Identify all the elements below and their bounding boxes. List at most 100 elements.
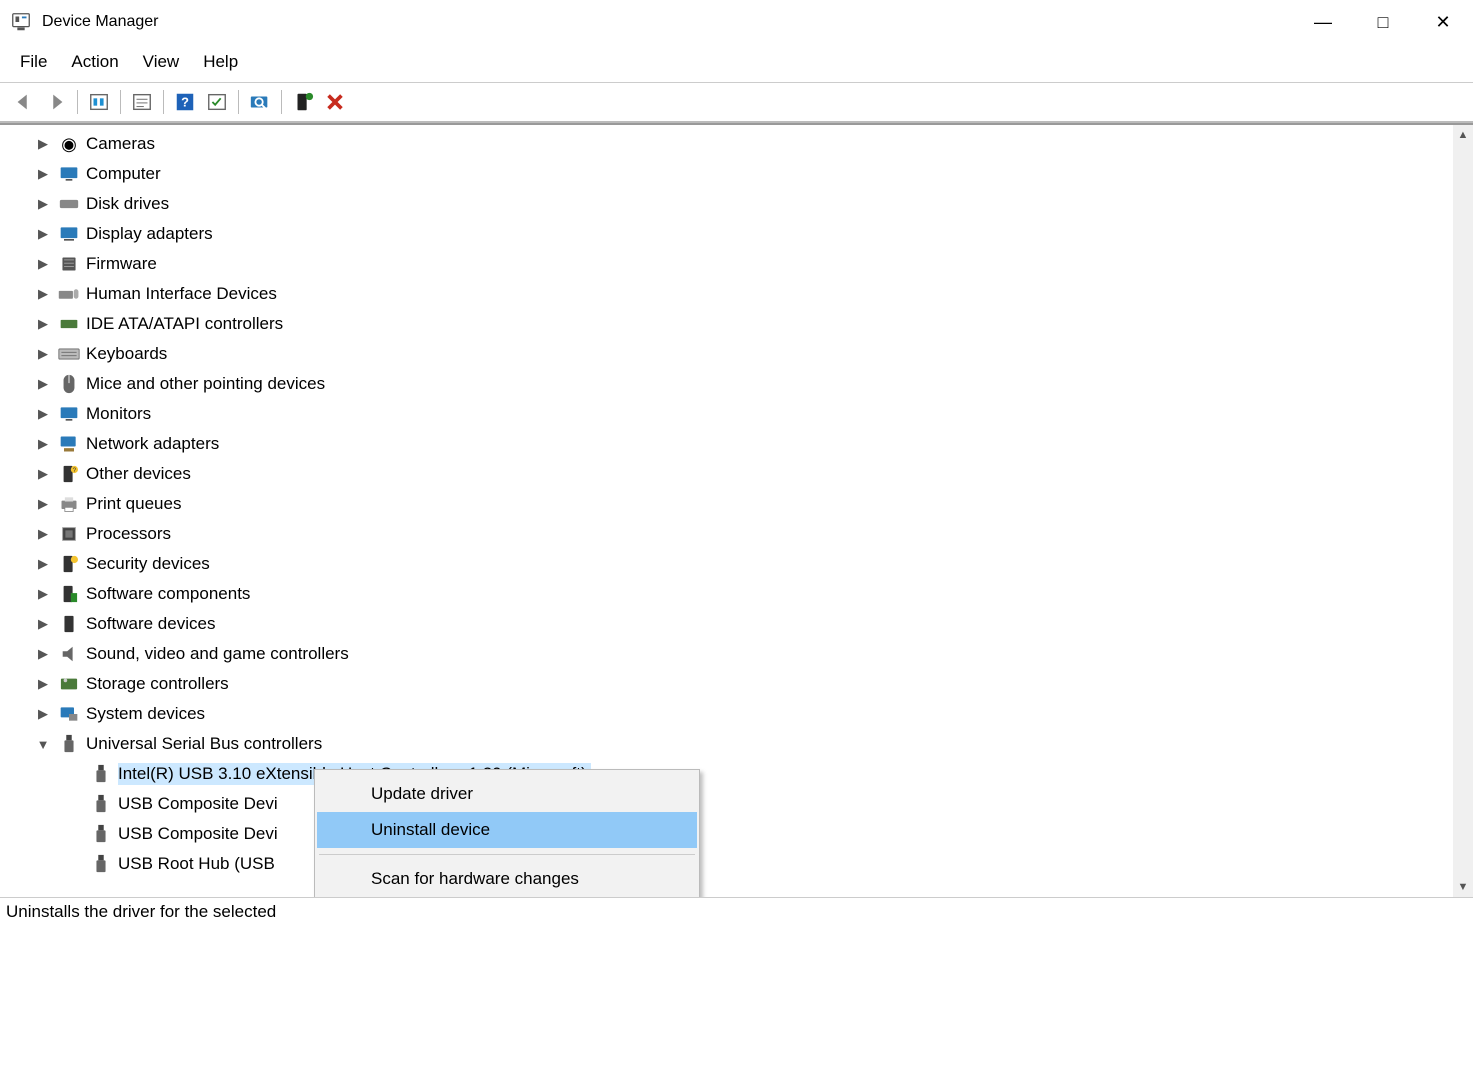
expand-icon[interactable]: ▶: [34, 226, 52, 242]
toolbar-separator: [281, 90, 282, 114]
tree-item-monitors[interactable]: ▶Monitors: [34, 399, 1473, 429]
collapse-icon[interactable]: ▼: [34, 737, 52, 752]
sound-icon: [58, 644, 80, 664]
minimize-button[interactable]: —: [1293, 0, 1353, 44]
tree-item-label: USB Composite Devi: [118, 824, 278, 844]
monitor-icon: [58, 404, 80, 424]
tree-item-storage-controllers[interactable]: ▶Storage controllers: [34, 669, 1473, 699]
context-scan-hardware[interactable]: Scan for hardware changes: [317, 861, 697, 897]
expand-icon[interactable]: ▶: [34, 706, 52, 722]
software-components-icon: [58, 584, 80, 604]
expand-icon[interactable]: ▶: [34, 256, 52, 272]
display-icon: [58, 224, 80, 244]
toolbar-separator: [238, 90, 239, 114]
forward-button[interactable]: [40, 88, 72, 116]
expand-icon[interactable]: ▶: [34, 556, 52, 572]
expand-icon[interactable]: ▶: [34, 286, 52, 302]
tree-item-label: Computer: [86, 164, 161, 184]
tree-item-label: Network adapters: [86, 434, 219, 454]
window-title: Device Manager: [42, 13, 1293, 31]
enable-icon[interactable]: [287, 88, 319, 116]
maximize-button[interactable]: □: [1353, 0, 1413, 44]
tree-item-label: USB Root Hub (USB: [118, 854, 275, 874]
expand-icon[interactable]: ▶: [34, 646, 52, 662]
context-uninstall-device[interactable]: Uninstall device: [317, 812, 697, 848]
scan-icon[interactable]: [201, 88, 233, 116]
back-button[interactable]: [8, 88, 40, 116]
tree-item-usb-composite-1[interactable]: USB Composite Devi: [90, 789, 1473, 819]
tree-item-hid[interactable]: ▶ Human Interface Devices: [34, 279, 1473, 309]
tree-item-other-devices[interactable]: ▶?Other devices: [34, 459, 1473, 489]
processor-icon: [58, 524, 80, 544]
vertical-scrollbar[interactable]: ▲ ▼: [1453, 125, 1473, 897]
menu-file[interactable]: File: [10, 50, 57, 74]
uninstall-icon[interactable]: [319, 88, 351, 116]
update-driver-icon[interactable]: [244, 88, 276, 116]
expand-icon[interactable]: ▶: [34, 196, 52, 212]
tree-item-label: Disk drives: [86, 194, 169, 214]
tree-item-keyboards[interactable]: ▶Keyboards: [34, 339, 1473, 369]
menu-view[interactable]: View: [133, 50, 190, 74]
expand-icon[interactable]: ▶: [34, 376, 52, 392]
hid-icon: [58, 284, 80, 304]
tree-item-system-devices[interactable]: ▶System devices: [34, 699, 1473, 729]
keyboard-icon: [58, 344, 80, 364]
expand-icon[interactable]: ▶: [34, 676, 52, 692]
expand-icon[interactable]: ▶: [34, 166, 52, 182]
tree-item-usb-root-hub[interactable]: USB Root Hub (USB: [90, 849, 1473, 879]
tree-item-security[interactable]: ▶Security devices: [34, 549, 1473, 579]
properties-icon[interactable]: [126, 88, 158, 116]
tree-item-label: Other devices: [86, 464, 191, 484]
menu-bar: File Action View Help: [0, 44, 1473, 82]
menu-action[interactable]: Action: [61, 50, 128, 74]
system-icon: [58, 704, 80, 724]
tree-item-computer[interactable]: ▶ Computer: [34, 159, 1473, 189]
toolbar-separator: [77, 90, 78, 114]
tree-item-label: Universal Serial Bus controllers: [86, 734, 322, 754]
context-menu: Update driver Uninstall device Scan for …: [314, 769, 700, 897]
expand-icon[interactable]: ▶: [34, 586, 52, 602]
expand-icon[interactable]: ▶: [34, 406, 52, 422]
expand-icon[interactable]: ▶: [34, 316, 52, 332]
tree-item-label: Human Interface Devices: [86, 284, 277, 304]
expand-icon[interactable]: ▶: [34, 466, 52, 482]
tree-item-label: Processors: [86, 524, 171, 544]
scroll-up-icon[interactable]: ▲: [1453, 125, 1473, 145]
disk-icon: [58, 194, 80, 214]
menu-help[interactable]: Help: [193, 50, 248, 74]
security-icon: [58, 554, 80, 574]
firmware-icon: [58, 254, 80, 274]
expand-icon[interactable]: ▶: [34, 526, 52, 542]
tree-item-sound[interactable]: ▶Sound, video and game controllers: [34, 639, 1473, 669]
help-icon[interactable]: ?: [169, 88, 201, 116]
network-icon: [58, 434, 80, 454]
tree-item-usb-composite-2[interactable]: USB Composite Devi: [90, 819, 1473, 849]
tree-item-cameras[interactable]: ▶◉Cameras: [34, 129, 1473, 159]
tree-item-firmware[interactable]: ▶ Firmware: [34, 249, 1473, 279]
expand-icon[interactable]: ▶: [34, 346, 52, 362]
usb-icon: [90, 794, 112, 814]
tree-item-usb-controllers[interactable]: ▼ Universal Serial Bus controllers: [34, 729, 1473, 759]
tree-item-network[interactable]: ▶ Network adapters: [34, 429, 1473, 459]
expand-icon[interactable]: ▶: [34, 616, 52, 632]
close-button[interactable]: ✕: [1413, 0, 1473, 44]
tree-item-disk-drives[interactable]: ▶ Disk drives: [34, 189, 1473, 219]
tree-item-mice[interactable]: ▶Mice and other pointing devices: [34, 369, 1473, 399]
camera-icon: ◉: [58, 134, 80, 154]
tree-item-print-queues[interactable]: ▶Print queues: [34, 489, 1473, 519]
expand-icon[interactable]: ▶: [34, 436, 52, 452]
tree-item-label: Software devices: [86, 614, 215, 634]
tree-item-processors[interactable]: ▶ Processors: [34, 519, 1473, 549]
tree-item-software-devices[interactable]: ▶ Software devices: [34, 609, 1473, 639]
expand-icon[interactable]: ▶: [34, 136, 52, 152]
tree-item-label: Firmware: [86, 254, 157, 274]
expand-icon[interactable]: ▶: [34, 496, 52, 512]
context-update-driver[interactable]: Update driver: [317, 776, 697, 812]
tree-item-software-components[interactable]: ▶Software components: [34, 579, 1473, 609]
usb-icon: [90, 854, 112, 874]
show-hidden-icon[interactable]: [83, 88, 115, 116]
scroll-down-icon[interactable]: ▼: [1453, 877, 1473, 897]
tree-item-ide[interactable]: ▶IDE ATA/ATAPI controllers: [34, 309, 1473, 339]
tree-item-display-adapters[interactable]: ▶Display adapters: [34, 219, 1473, 249]
tree-item-intel-usb[interactable]: Intel(R) USB 3.10 eXtensible Host Contro…: [90, 759, 1473, 789]
